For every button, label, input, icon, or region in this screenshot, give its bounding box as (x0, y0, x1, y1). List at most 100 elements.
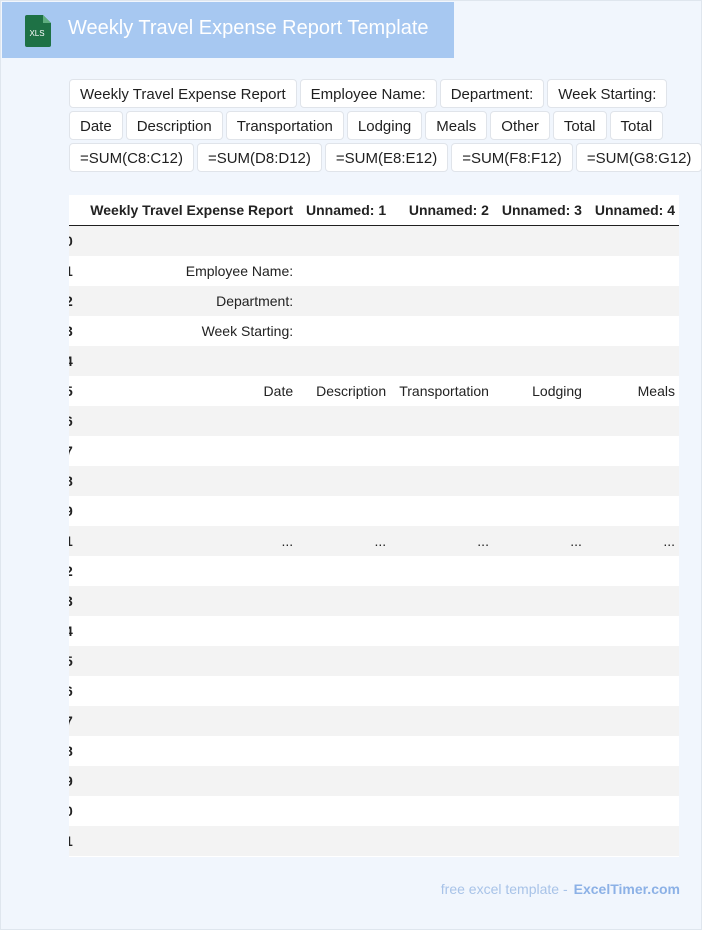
table-cell[interactable] (75, 826, 298, 856)
table-cell[interactable] (297, 676, 390, 706)
table-cell[interactable] (493, 436, 586, 466)
header-chip[interactable]: Meals (425, 111, 488, 140)
header-chip[interactable]: Weekly Travel Expense Report (69, 79, 297, 108)
table-cell[interactable] (492, 826, 586, 856)
table-cell[interactable] (297, 406, 391, 436)
table-cell[interactable] (492, 346, 586, 376)
table-cell[interactable] (586, 736, 679, 766)
header-chip[interactable]: =SUM(G8:G12) (575, 143, 702, 172)
table-cell[interactable] (585, 646, 679, 676)
header-chip[interactable]: Other (490, 111, 550, 140)
footer-brand-link[interactable]: ExcelTimer.com (574, 881, 680, 897)
table-cell[interactable] (75, 706, 298, 736)
table-cell[interactable]: ... (75, 526, 298, 556)
table-cell[interactable] (390, 796, 493, 826)
table-cell[interactable] (585, 286, 679, 316)
table-cell[interactable] (586, 316, 679, 346)
table-cell[interactable] (586, 676, 679, 706)
table-cell[interactable] (585, 406, 679, 436)
table-cell[interactable] (297, 286, 391, 316)
table-cell[interactable]: Description (297, 376, 390, 406)
table-cell[interactable] (75, 496, 297, 526)
table-cell[interactable] (297, 466, 391, 496)
table-cell[interactable] (492, 286, 586, 316)
header-chip[interactable]: Total (552, 111, 607, 140)
table-cell[interactable]: ... (492, 526, 586, 556)
table-cell[interactable] (75, 766, 298, 796)
table-cell[interactable] (75, 225, 298, 256)
table-cell[interactable] (585, 586, 679, 616)
table-cell[interactable] (585, 466, 679, 496)
table-cell[interactable]: ... (297, 526, 391, 556)
table-cell[interactable] (297, 225, 391, 256)
table-cell[interactable] (390, 586, 493, 616)
table-cell[interactable] (585, 706, 679, 736)
table-cell[interactable] (390, 466, 493, 496)
table-cell[interactable]: Department: (75, 286, 298, 316)
table-cell[interactable] (493, 796, 586, 826)
header-chip[interactable]: Department: (439, 79, 545, 108)
table-cell[interactable] (297, 706, 391, 736)
table-cell[interactable] (585, 346, 679, 376)
table-cell[interactable] (493, 316, 586, 346)
table-cell[interactable] (297, 826, 391, 856)
table-cell[interactable] (390, 496, 493, 526)
table-cell[interactable] (297, 586, 391, 616)
table-cell[interactable] (493, 556, 586, 586)
table-cell[interactable] (297, 766, 391, 796)
table-cell[interactable] (297, 436, 390, 466)
header-chip[interactable]: =SUM(E8:E12) (324, 143, 449, 172)
table-cell[interactable]: Meals (586, 376, 679, 406)
table-cell[interactable] (492, 646, 586, 676)
table-cell[interactable]: Week Starting: (75, 316, 297, 346)
table-cell[interactable]: ... (585, 526, 679, 556)
header-chip[interactable]: Description (125, 111, 223, 140)
table-cell[interactable] (585, 225, 679, 256)
table-cell[interactable]: Date (75, 376, 297, 406)
table-cell[interactable] (390, 286, 493, 316)
table-cell[interactable] (390, 706, 493, 736)
table-cell[interactable] (586, 256, 679, 286)
table-cell[interactable] (75, 586, 298, 616)
table-cell[interactable]: Lodging (493, 376, 586, 406)
table-cell[interactable] (493, 676, 586, 706)
table-cell[interactable] (390, 556, 493, 586)
table-cell[interactable] (297, 316, 390, 346)
table-cell[interactable] (75, 736, 297, 766)
table-cell[interactable] (585, 766, 679, 796)
table-cell[interactable] (493, 496, 586, 526)
table-cell[interactable] (586, 496, 679, 526)
table-cell[interactable] (390, 256, 493, 286)
table-cell[interactable] (492, 706, 586, 736)
table-cell[interactable] (492, 766, 586, 796)
table-cell[interactable] (390, 316, 493, 346)
table-cell[interactable] (492, 406, 586, 436)
header-chip[interactable]: =SUM(C8:C12) (69, 143, 194, 172)
table-cell[interactable] (297, 736, 390, 766)
table-cell[interactable]: Transportation (390, 376, 493, 406)
header-chip[interactable]: =SUM(D8:D12) (196, 143, 322, 172)
table-cell[interactable] (297, 496, 390, 526)
header-chip[interactable]: Total (609, 111, 664, 140)
table-cell[interactable] (390, 646, 493, 676)
table-cell[interactable] (75, 406, 298, 436)
table-cell[interactable] (75, 436, 297, 466)
table-cell[interactable] (297, 646, 391, 676)
table-cell[interactable] (390, 616, 493, 646)
table-cell[interactable] (75, 346, 298, 376)
header-chip[interactable]: Employee Name: (299, 79, 437, 108)
table-cell[interactable]: ... (390, 526, 493, 556)
header-chip[interactable]: =SUM(F8:F12) (451, 143, 573, 172)
header-chip[interactable]: Lodging (346, 111, 423, 140)
table-cell[interactable] (586, 436, 679, 466)
table-cell[interactable] (390, 826, 493, 856)
table-cell[interactable] (390, 766, 493, 796)
table-cell[interactable] (297, 256, 390, 286)
table-cell[interactable] (492, 466, 586, 496)
table-cell[interactable] (390, 225, 493, 256)
table-cell[interactable] (492, 225, 586, 256)
table-cell[interactable] (75, 466, 298, 496)
table-cell[interactable] (297, 616, 390, 646)
table-cell[interactable] (390, 406, 493, 436)
table-cell[interactable] (75, 646, 298, 676)
